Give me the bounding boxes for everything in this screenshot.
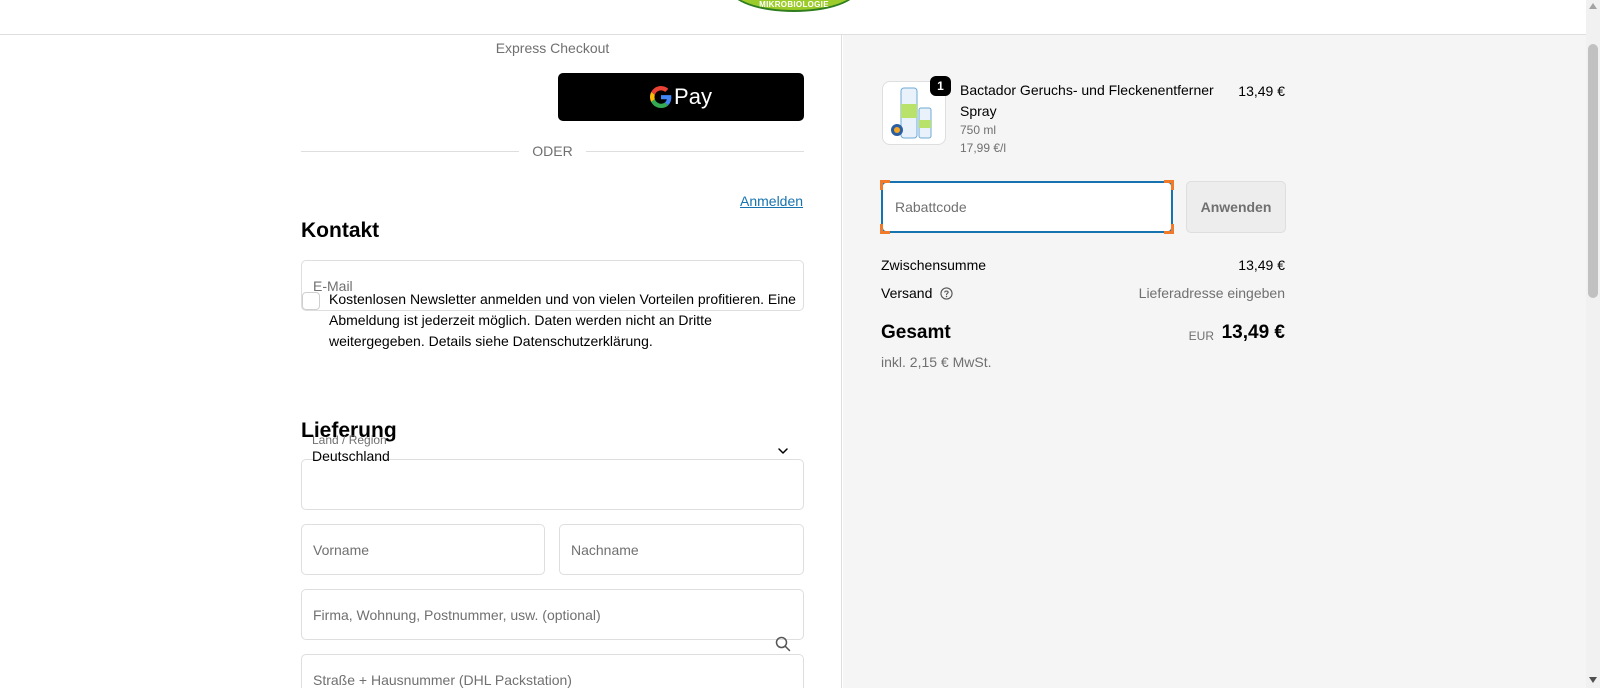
contact-title: Kontakt xyxy=(301,219,380,242)
scroll-up-arrow[interactable] xyxy=(1589,3,1597,9)
total-value: 13,49 € xyxy=(1221,322,1285,343)
brand-logo-text: MIKROBIOLOGIE xyxy=(759,0,829,9)
apply-discount-button[interactable]: Anwenden xyxy=(1186,181,1286,233)
scroll-thumb[interactable] xyxy=(1588,44,1598,298)
subtotal-label: Zwischensumme xyxy=(881,257,987,273)
focus-corner-bottom-left xyxy=(880,224,890,234)
firstname-field[interactable]: Vorname xyxy=(301,524,545,575)
product-price: 13,49 € xyxy=(1238,83,1285,99)
login-link[interactable]: Anmelden xyxy=(740,193,803,209)
street-field[interactable]: Straße + Hausnummer (DHL Packstation) xyxy=(301,654,804,688)
firstname-placeholder: Vorname xyxy=(313,541,370,558)
newsletter-text: Kostenlosen Newsletter anmelden und von … xyxy=(329,291,796,349)
chevron-down-icon xyxy=(778,448,788,454)
product-unit-price: 17,99 €/l xyxy=(960,141,1007,155)
company-field[interactable]: Firma, Wohnung, Postnummer, usw. (option… xyxy=(301,589,804,640)
subtotal-value: 13,49 € xyxy=(1238,257,1285,273)
total-currency: EUR xyxy=(1188,329,1214,343)
google-pay-button[interactable]: Pay xyxy=(558,73,804,121)
total-label: Gesamt xyxy=(881,322,951,343)
divider-line-right xyxy=(586,151,804,152)
focus-corner-top-left xyxy=(880,180,890,190)
search-icon xyxy=(775,636,791,652)
discount-code-field[interactable]: Rabattcode xyxy=(881,181,1173,233)
brand-logo[interactable]: MIKROBIOLOGIE xyxy=(730,0,858,12)
google-pay-label: Pay xyxy=(674,84,712,109)
or-divider: ODER xyxy=(301,141,804,161)
page-scrollbar[interactable] xyxy=(1586,0,1600,688)
shipping-value: Lieferadresse eingeben xyxy=(1138,285,1285,301)
lastname-field[interactable]: Nachname xyxy=(559,524,804,575)
focus-corner-top-right xyxy=(1164,180,1174,190)
shipping-label: Versand xyxy=(881,285,933,301)
product-variant: 750 ml xyxy=(960,123,997,137)
google-g-icon xyxy=(650,86,672,108)
country-select-value: Deutschland xyxy=(312,448,390,464)
country-select[interactable] xyxy=(301,459,804,510)
company-placeholder: Firma, Wohnung, Postnummer, usw. (option… xyxy=(313,606,601,623)
checkout-header: MIKROBIOLOGIE xyxy=(0,0,1586,35)
shipping-row: Versand xyxy=(881,285,953,301)
express-checkout-label: Express Checkout xyxy=(495,40,610,56)
item-quantity-badge: 1 xyxy=(930,76,951,96)
product-name: Bactador Geruchs- und Fleckenentferner S… xyxy=(960,82,1214,119)
help-circle-icon[interactable] xyxy=(940,287,953,300)
lastname-placeholder: Nachname xyxy=(571,541,639,558)
tax-note: inkl. 2,15 € MwSt. xyxy=(881,354,992,370)
scroll-down-arrow[interactable] xyxy=(1589,677,1597,683)
focus-corner-bottom-right xyxy=(1164,224,1174,234)
country-select-label: Land / Region xyxy=(312,433,387,447)
discount-placeholder: Rabattcode xyxy=(895,199,967,215)
street-placeholder: Straße + Hausnummer (DHL Packstation) xyxy=(313,671,572,688)
newsletter-checkbox[interactable] xyxy=(302,292,320,310)
